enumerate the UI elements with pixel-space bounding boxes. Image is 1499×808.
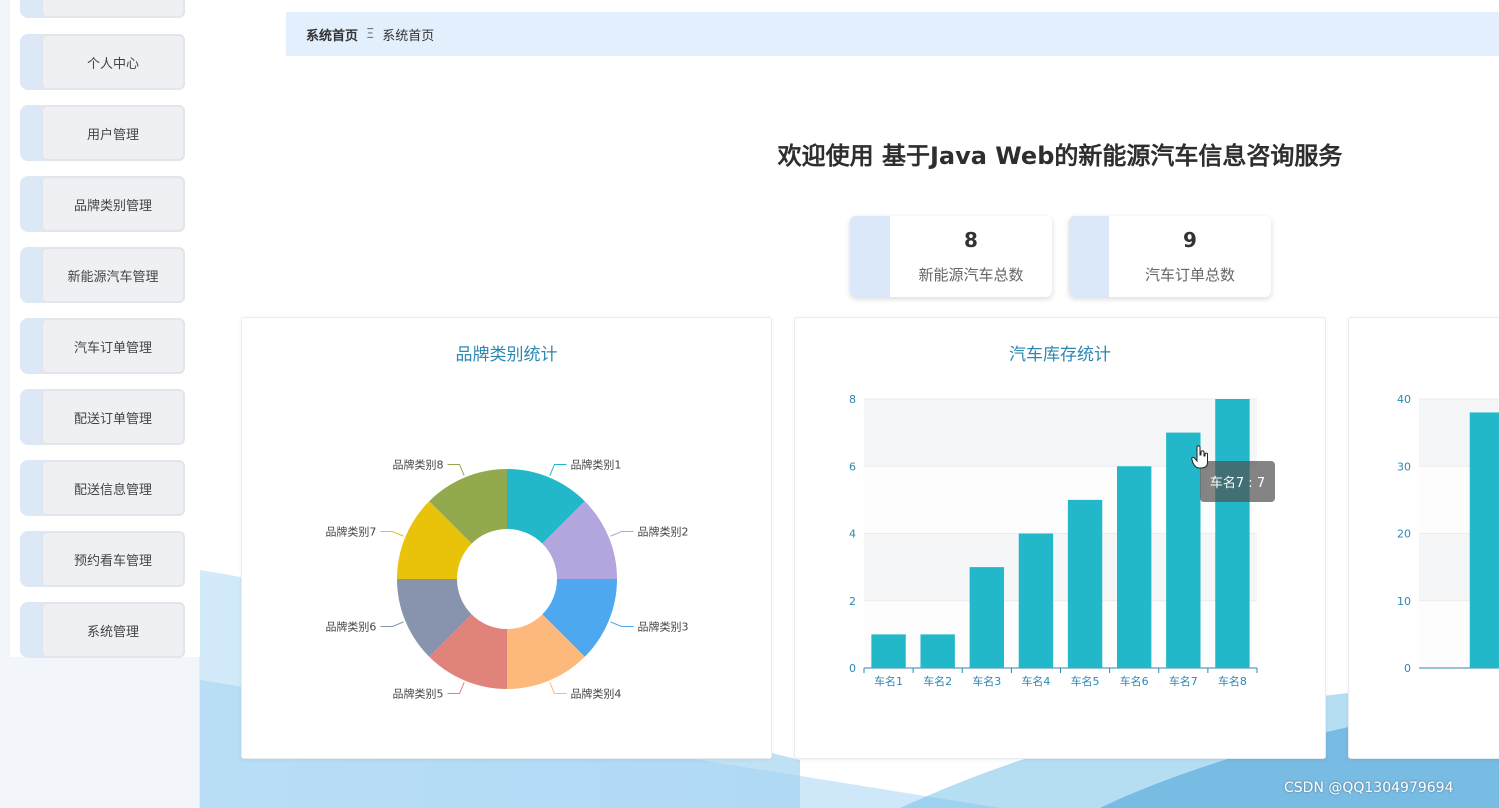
sidebar-item[interactable]: 配送信息管理	[20, 460, 185, 516]
pie-label: 品牌类别3	[638, 619, 689, 633]
bar[interactable]	[1067, 499, 1103, 668]
sidebar-item[interactable]	[20, 0, 185, 18]
pie-label-line	[610, 621, 634, 627]
stat-value: 9	[1183, 228, 1197, 252]
x-tick-label: 车名1	[874, 674, 903, 688]
sidebar-item-label: 系统管理	[41, 602, 185, 658]
y-tick-label: 20	[1397, 528, 1411, 541]
sidebar-item[interactable]: 新能源汽车管理	[20, 247, 185, 303]
y-tick-label: 10	[1397, 595, 1411, 608]
sidebar-item[interactable]: 预约看车管理	[20, 531, 185, 587]
sidebar-item-label: 汽车订单管理	[41, 318, 185, 374]
third-chart-panel: 0 10 20 30 40	[1348, 317, 1499, 759]
breadcrumb-home[interactable]: 系统首页	[306, 25, 358, 44]
pie-label: 品牌类别7	[325, 525, 376, 539]
brand-pie-panel: 品牌类别统计 品牌类别1 品牌类别2 品牌类别3 品牌类别4 品牌类别5 品牌类别6 品牌类…	[241, 317, 772, 759]
sidebar-item[interactable]: 个人中心	[20, 34, 185, 90]
y-tick-label: 2	[849, 595, 856, 608]
sidebar-item-label: 新能源汽车管理	[41, 247, 185, 303]
y-tick-label: 0	[1404, 662, 1411, 675]
pie-label: 品牌类别6	[325, 619, 376, 633]
pie-label-line	[380, 621, 404, 627]
pie-label-line	[380, 531, 404, 537]
bar[interactable]	[969, 567, 1005, 668]
x-tick-label: 车名2	[923, 674, 952, 688]
bar[interactable]	[1116, 466, 1152, 668]
breadcrumb: 系统首页 Ξ 系统首页	[286, 12, 1499, 56]
pie-label-line	[549, 682, 567, 695]
x-tick-label: 车名8	[1218, 674, 1247, 688]
pie-label-line	[447, 682, 465, 695]
x-tick-label: 车名6	[1120, 674, 1149, 688]
sidebar-item[interactable]: 配送订单管理	[20, 389, 185, 445]
stock-bar-panel: 汽车库存统计 0 2 4 6 8 车名1 车名2 车名3 车名4 车名5 车名6 车名7 车名8	[794, 317, 1326, 759]
sidebar-item-label	[41, 0, 185, 18]
y-tick-label: 8	[849, 393, 856, 406]
stat-card-orders: 9 汽车订单总数	[1069, 216, 1271, 297]
stat-card-strip	[1069, 216, 1109, 297]
pie-label: 品牌类别1	[570, 457, 621, 471]
watermark: CSDN @QQ1304979694	[1284, 780, 1454, 796]
stat-label: 汽车订单总数	[1144, 266, 1235, 284]
sidebar-item[interactable]: 品牌类别管理	[20, 176, 185, 232]
pie-label: 品牌类别4	[570, 687, 621, 701]
pie-label-line	[610, 531, 634, 537]
sidebar-item-label: 品牌类别管理	[41, 176, 185, 232]
pie-label: 品牌类别5	[393, 687, 444, 701]
x-tick-label: 车名4	[1021, 674, 1050, 688]
bar-chart-partial: 0 10 20 30 40	[1397, 393, 1499, 675]
x-tick-label: 车名3	[972, 674, 1001, 688]
y-tick-label: 30	[1397, 460, 1411, 473]
bar[interactable]	[1215, 399, 1250, 668]
x-tick-label: 车名5	[1071, 674, 1100, 688]
bar-chart: 0 2 4 6 8 车名1 车名2 车名3 车名4 车名5 车名6 车名7 车名8	[849, 393, 1258, 688]
sidebar-item-label: 预约看车管理	[41, 531, 185, 587]
y-tick-label: 6	[849, 460, 856, 473]
breadcrumb-separator-icon: Ξ	[366, 26, 375, 42]
breadcrumb-current: 系统首页	[382, 28, 435, 44]
pie-label: 品牌类别2	[638, 525, 689, 539]
pie-chart: 品牌类别1 品牌类别2 品牌类别3 品牌类别4 品牌类别5 品牌类别6 品牌类别7 品牌类别8	[325, 457, 689, 701]
hand-cursor-icon	[1191, 445, 1208, 469]
sidebar-item-label: 配送信息管理	[41, 460, 185, 516]
stat-value: 8	[964, 228, 978, 252]
sidebar-item[interactable]: 用户管理	[20, 105, 185, 161]
pie-label-line	[447, 463, 465, 476]
sidebar-item[interactable]: 汽车订单管理	[20, 318, 185, 374]
bar[interactable]	[1469, 412, 1499, 668]
bar[interactable]	[920, 634, 955, 668]
stat-label: 新能源汽车总数	[918, 266, 1024, 284]
stat-card-cars: 8 新能源汽车总数	[850, 216, 1052, 297]
pie-label-line	[549, 463, 567, 476]
pie-label: 品牌类别8	[393, 457, 444, 471]
chart-tooltip: 车名7 : 7	[1200, 461, 1275, 502]
x-tick-label: 车名7	[1169, 674, 1198, 688]
sidebar-item[interactable]: 系统管理	[20, 602, 185, 658]
bar[interactable]	[1018, 533, 1054, 669]
sidebar-item-label: 个人中心	[41, 34, 185, 90]
y-tick-label: 40	[1397, 393, 1411, 406]
page-title: 欢迎使用 基于Java Web的新能源汽车信息咨询服务	[777, 142, 1343, 170]
bar[interactable]	[871, 634, 906, 668]
sidebar-item-label: 配送订单管理	[41, 389, 185, 445]
y-tick-label: 4	[849, 528, 856, 541]
y-tick-label: 0	[849, 662, 856, 675]
stat-card-strip	[850, 216, 890, 297]
sidebar-item-label: 用户管理	[41, 105, 185, 161]
